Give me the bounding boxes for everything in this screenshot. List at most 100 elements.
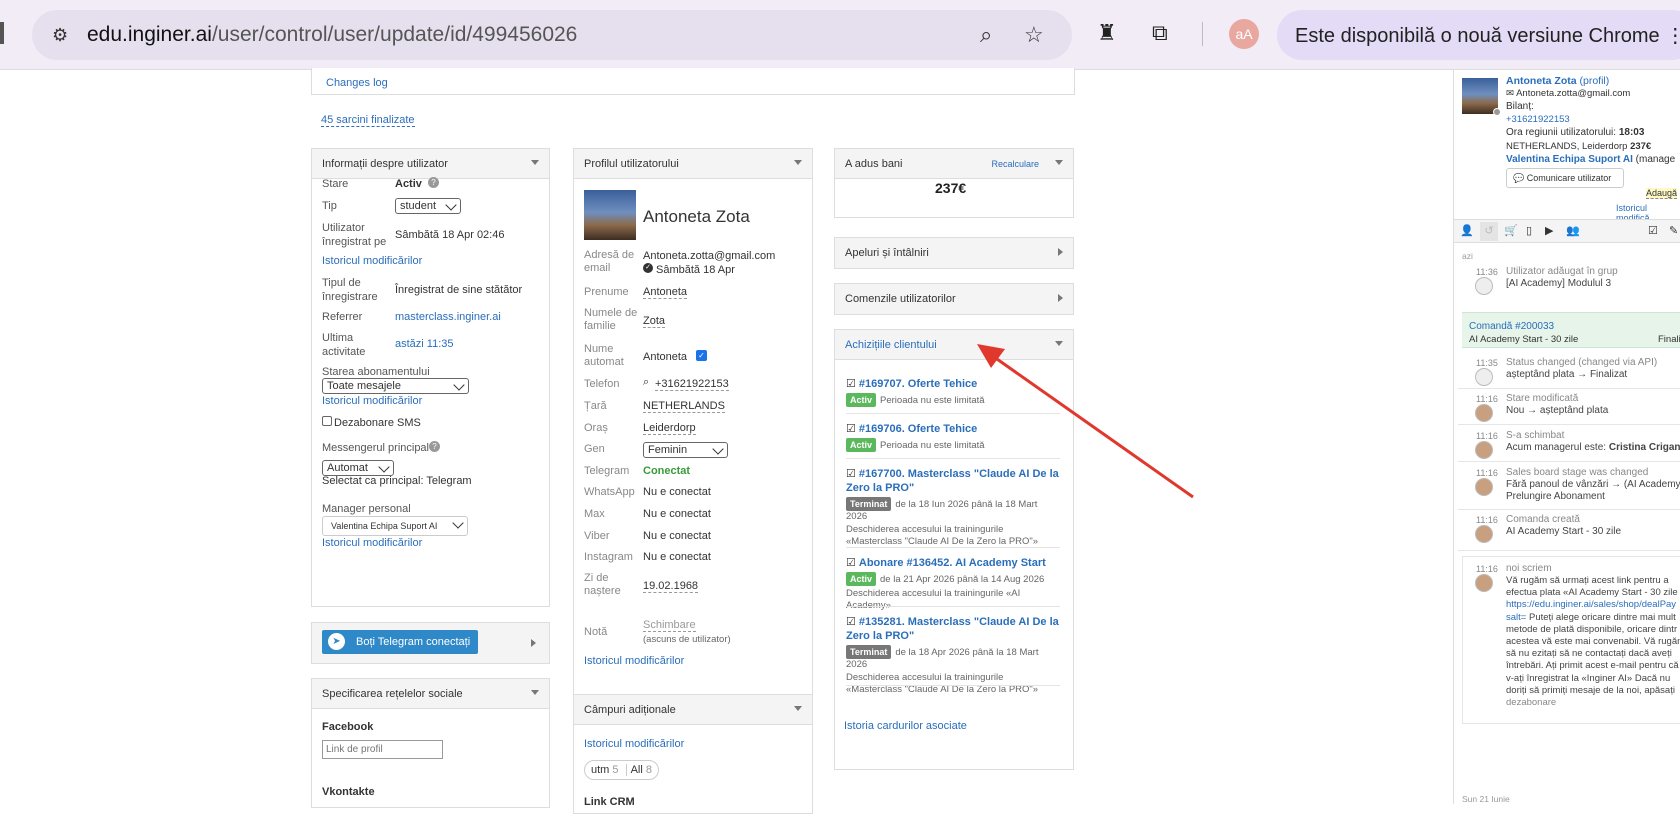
- cart-icon[interactable]: 🛒: [1504, 224, 1518, 237]
- social-header[interactable]: Specificarea rețelelor sociale: [312, 679, 549, 709]
- payment-link[interactable]: https://edu.inginer.ai/sales/shop/dealPa…: [1506, 599, 1676, 610]
- system-avatar: [1475, 368, 1493, 386]
- changes-log-link[interactable]: Changes log: [326, 77, 388, 89]
- extra-fields-header[interactable]: Câmpuri adiționale: [574, 695, 812, 725]
- tab-utm[interactable]: utm 5: [591, 764, 619, 776]
- message-line: doriți să primiți mesaje de la noi, apăs…: [1506, 684, 1675, 696]
- video-icon[interactable]: ▶: [1545, 224, 1553, 237]
- history-link[interactable]: Istoricul modificărilor: [322, 255, 422, 267]
- site-settings-icon[interactable]: ⚙: [52, 24, 74, 46]
- manager-avatar: [1475, 525, 1493, 543]
- lastname-value[interactable]: Zota: [643, 315, 666, 328]
- last-activity-link[interactable]: astăzi 11:35: [395, 338, 454, 350]
- recalc-link[interactable]: Recalculare: [991, 159, 1039, 169]
- orders-header[interactable]: Comenzile utilizatorilor: [835, 284, 1073, 314]
- group-icon[interactable]: 👥: [1566, 224, 1580, 237]
- manager-select[interactable]: Valentina Echipa Suport AI: [322, 516, 468, 536]
- chrome-update-button[interactable]: Este disponibilă o nouă versiune Chrome …: [1277, 10, 1680, 60]
- purchase-name[interactable]: #169706. Oferte Tehice: [859, 423, 977, 435]
- chevron-down-icon[interactable]: [794, 706, 802, 711]
- url-text[interactable]: edu.inginer.ai/user/control/user/update/…: [87, 23, 577, 47]
- help-icon[interactable]: ?: [428, 177, 439, 188]
- phone-value[interactable]: +31621922153: [655, 378, 729, 391]
- chevron-right-icon[interactable]: [1058, 248, 1063, 256]
- puzzle-icon[interactable]: ⧉: [1152, 20, 1168, 46]
- note-label: Notă: [584, 626, 608, 638]
- facebook-input[interactable]: [322, 740, 443, 759]
- money-header[interactable]: A adus bani Recalculare: [835, 149, 1073, 179]
- user-icon[interactable]: 👤: [1460, 224, 1474, 237]
- zoom-icon[interactable]: ⌕: [980, 22, 992, 48]
- order-link[interactable]: Comandă #200033: [1469, 321, 1554, 332]
- sidebar-manager-link[interactable]: Valentina Echipa Suport AI: [1506, 154, 1633, 165]
- menu-dots-icon[interactable]: ⋮: [1665, 25, 1680, 47]
- firstname-value[interactable]: Antoneta: [643, 286, 688, 299]
- chevron-down-icon[interactable]: [531, 160, 539, 165]
- extension-icon[interactable]: ♜: [1097, 20, 1117, 46]
- purchase-title[interactable]: ☑ Abonare #136452. AI Academy Start: [846, 556, 1060, 570]
- event-text: [AI Academy] Modulul 3: [1506, 278, 1612, 289]
- contact-user-button[interactable]: 💬 Comunicare utilizator: [1506, 168, 1624, 188]
- divider: [1458, 424, 1680, 425]
- purchase-name[interactable]: #135281. Masterclass "Claude AI De la Ze…: [846, 616, 1059, 642]
- history-link[interactable]: Istoricul modificărilor: [322, 395, 422, 407]
- history-link[interactable]: Istoricul modificărilor: [322, 537, 422, 549]
- panel-title[interactable]: Achizițiile clientului: [845, 339, 937, 351]
- referrer-link[interactable]: masterclass.inginer.ai: [395, 311, 501, 323]
- history-icon[interactable]: ↺: [1480, 222, 1498, 241]
- country-value[interactable]: NETHERLANDS: [643, 400, 725, 413]
- purchase-meta: Terminat de la 18 Apr 2026 până la 18 Mar…: [846, 645, 1060, 670]
- unsubscribe-link[interactable]: dezabonare: [1506, 697, 1680, 709]
- cards-history-link[interactable]: Istoria cardurilor asociate: [844, 720, 967, 732]
- purchase-description: Deschiderea accesului la trainingurile «…: [846, 672, 1039, 695]
- sidebar-phone[interactable]: +31621922153: [1506, 114, 1570, 125]
- pencil-icon[interactable]: ✎: [1669, 224, 1678, 237]
- chevron-down-icon[interactable]: [794, 160, 802, 165]
- event-text: Acum managerul este: Cristina Crigan: [1506, 442, 1680, 453]
- address-bar[interactable]: ⚙ edu.inginer.ai/user/control/user/updat…: [32, 10, 1072, 60]
- toolbar-divider: [1202, 22, 1203, 46]
- sidebar-profile-link[interactable]: (profil): [1580, 75, 1610, 87]
- birth-value[interactable]: 19.02.1968: [643, 580, 699, 593]
- history-link[interactable]: Istoricul modificărilor: [584, 655, 684, 667]
- tablet-icon[interactable]: ▯: [1526, 224, 1532, 237]
- user-info-header[interactable]: Informații despre utilizator: [312, 149, 549, 179]
- checkbox-icon[interactable]: ☑: [1648, 224, 1658, 237]
- search-icon[interactable]: ⌕: [643, 376, 649, 389]
- panel-title: Apeluri și întâlniri: [845, 247, 929, 259]
- payment-link-tail[interactable]: salt=: [1506, 612, 1526, 623]
- bookmark-star-icon[interactable]: ☆: [1024, 22, 1044, 48]
- purchase-title[interactable]: ☑ #135281. Masterclass "Claude AI De la Z…: [846, 615, 1060, 643]
- sms-unsub-checkbox[interactable]: [322, 416, 332, 426]
- autoname-checkbox[interactable]: ✓: [696, 350, 707, 361]
- gender-select[interactable]: Feminin: [643, 442, 728, 458]
- city-value[interactable]: Leiderdorp: [643, 422, 696, 435]
- chevron-down-icon[interactable]: [1055, 160, 1063, 165]
- history-link[interactable]: Istoricul modificărilor: [584, 738, 684, 750]
- check-square-icon: ☑: [846, 378, 856, 390]
- telegram-bots-button[interactable]: ➤ Boți Telegram conectați: [322, 630, 478, 654]
- message-line: efectua plata «AI Academy Start - 30 zil…: [1506, 587, 1678, 599]
- event-time: 11:16: [1476, 515, 1498, 525]
- subscription-select[interactable]: Toate mesajele: [322, 378, 469, 394]
- note-edit-link[interactable]: Schimbare: [643, 619, 696, 632]
- email-label: Adresă de email: [584, 249, 635, 274]
- chevron-down-icon[interactable]: [531, 690, 539, 695]
- tasks-done-link[interactable]: 45 sarcini finalizate: [321, 114, 415, 127]
- chevron-right-icon[interactable]: [1058, 294, 1063, 302]
- profile-header[interactable]: Profilul utilizatorului: [574, 149, 812, 179]
- sidebar-user-name[interactable]: Antoneta Zota: [1506, 75, 1577, 87]
- chevron-right-icon[interactable]: [531, 639, 536, 647]
- purchase-name[interactable]: #169707. Oferte Tehice: [859, 378, 977, 390]
- messenger-select[interactable]: Automat: [322, 460, 394, 476]
- tab-all[interactable]: All 8: [625, 764, 653, 776]
- profile-avatar[interactable]: aA: [1229, 19, 1259, 49]
- add-link[interactable]: Adaugă: [1646, 188, 1678, 199]
- help-icon[interactable]: ?: [429, 441, 440, 452]
- message-line: Vă rugăm să urmați acest link pentru a: [1506, 575, 1669, 586]
- calls-header[interactable]: Apeluri și întâlniri: [835, 238, 1073, 268]
- type-select[interactable]: student: [395, 198, 461, 214]
- purchase-name[interactable]: Abonare #136452. AI Academy Start: [859, 557, 1046, 569]
- avatar: [584, 190, 636, 240]
- order-subtitle: AI Academy Start - 30 zile: [1469, 334, 1579, 345]
